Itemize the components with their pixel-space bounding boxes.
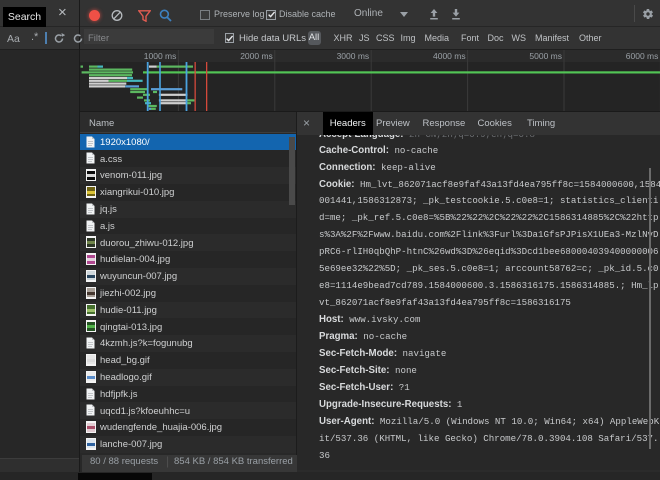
svg-text:1000 ms: 1000 ms [144, 51, 177, 61]
svg-text:4000 ms: 4000 ms [433, 51, 466, 61]
svg-text:5000 ms: 5000 ms [529, 51, 562, 61]
svg-text:6000 ms: 6000 ms [626, 51, 659, 61]
svg-text:2000 ms: 2000 ms [240, 51, 273, 61]
svg-text:3000 ms: 3000 ms [337, 51, 370, 61]
